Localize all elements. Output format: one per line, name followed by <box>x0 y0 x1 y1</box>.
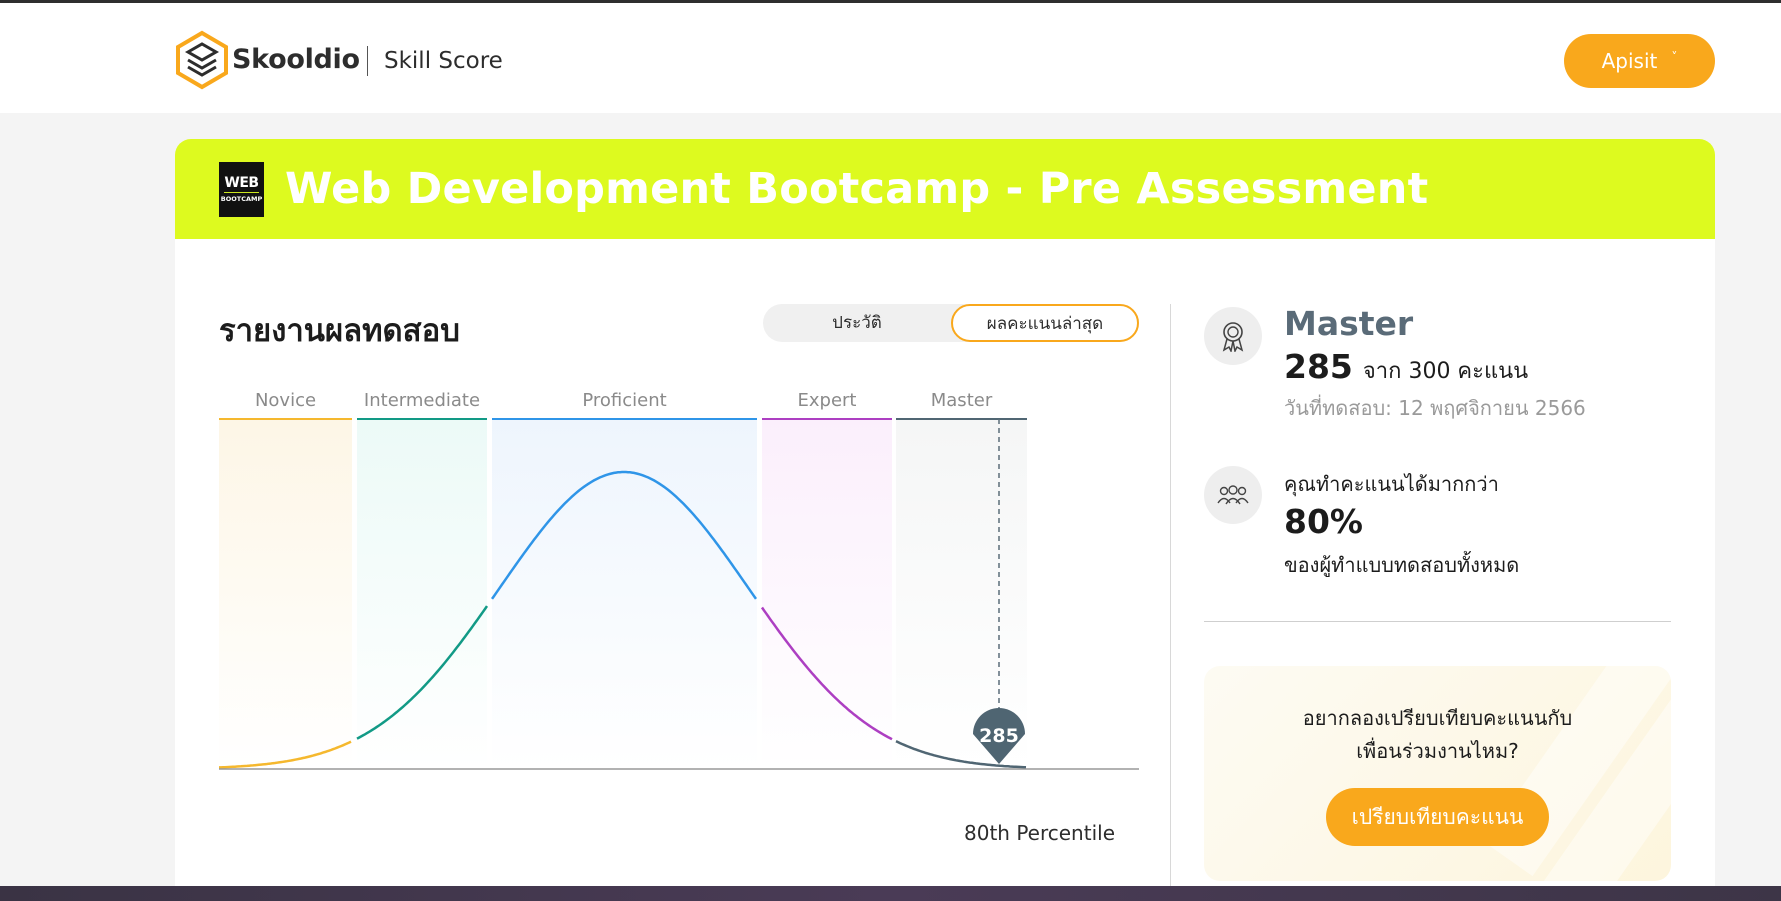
more-than-label: คุณทำคะแนนได้มากกว่า <box>1284 472 1499 496</box>
course-logo-subtext: BOOTCAMP <box>220 194 263 203</box>
level-label: Novice <box>255 390 316 411</box>
course-title: Web Development Bootcamp - Pre Assessmen… <box>285 164 1429 214</box>
top-header: Skooldio Skill Score Apisit ˅ <box>0 3 1781 113</box>
product-name: Skill Score <box>384 48 503 74</box>
cta-line-2: เพื่อนร่วมงานไหม? <box>1356 739 1519 763</box>
course-banner: WEB BOOTCAMP Web Development Bootcamp - … <box>175 139 1715 239</box>
brand-name: Skooldio <box>232 44 360 75</box>
level-label: Proficient <box>582 390 666 411</box>
result-card: WEB BOOTCAMP Web Development Bootcamp - … <box>175 139 1715 901</box>
level-band-novice <box>219 419 352 769</box>
all-takers-label: ของผู้ทำแบบทดสอบทั้งหมด <box>1284 553 1520 577</box>
result-out-of: จาก 300 คะแนน <box>1362 359 1529 384</box>
report-tab-toggle: ประวัติ ผลคะแนนล่าสุด <box>763 304 1139 342</box>
result-score-line: 285 จาก 300 คะแนน <box>1284 347 1528 388</box>
people-icon <box>1217 485 1249 505</box>
result-percent: 80% <box>1284 502 1363 541</box>
cta-text: อยากลองเปรียบเทียบคะแนนกับ เพื่อนร่วมงาน… <box>1204 702 1671 768</box>
score-marker-label: 285 <box>979 725 1019 747</box>
skooldio-logo-icon <box>176 30 228 90</box>
user-menu-button[interactable]: Apisit ˅ <box>1564 34 1715 88</box>
column-divider <box>1170 304 1171 901</box>
brand-separator <box>367 46 368 76</box>
compare-score-button[interactable]: เปรียบเทียบคะแนน <box>1326 788 1549 846</box>
cta-line-1: อยากลองเปรียบเทียบคะแนนกับ <box>1302 706 1573 730</box>
level-band-expert <box>762 419 892 769</box>
award-icon <box>1222 322 1244 352</box>
level-label: Intermediate <box>364 390 480 411</box>
test-date: วันที่ทดสอบ: 12 พฤศจิกายน 2566 <box>1284 396 1586 420</box>
result-score: 285 <box>1284 347 1353 386</box>
report-title: รายงานผลทดสอบ <box>219 313 460 349</box>
course-logo: WEB BOOTCAMP <box>219 162 264 217</box>
tab-history[interactable]: ประวัติ <box>763 304 951 342</box>
os-taskbar <box>0 886 1781 901</box>
level-label: Master <box>931 390 993 411</box>
level-label: Expert <box>798 390 857 411</box>
chevron-down-icon: ˅ <box>1671 50 1678 64</box>
result-level: Master <box>1284 304 1414 343</box>
percentile-label: 80th Percentile <box>964 821 1115 845</box>
course-logo-text: WEB <box>224 175 259 193</box>
user-name: Apisit <box>1601 49 1658 73</box>
skill-distribution-chart: Novice Intermediate Proficient Expert Master… <box>219 390 1139 770</box>
people-icon-circle <box>1204 466 1262 524</box>
compare-cta-box: อยากลองเปรียบเทียบคะแนนกับ เพื่อนร่วมงาน… <box>1204 666 1671 881</box>
level-band-intermediate <box>357 419 487 769</box>
section-divider <box>1204 621 1671 622</box>
award-icon-circle <box>1204 307 1262 365</box>
tab-latest-score[interactable]: ผลคะแนนล่าสุด <box>951 304 1139 342</box>
